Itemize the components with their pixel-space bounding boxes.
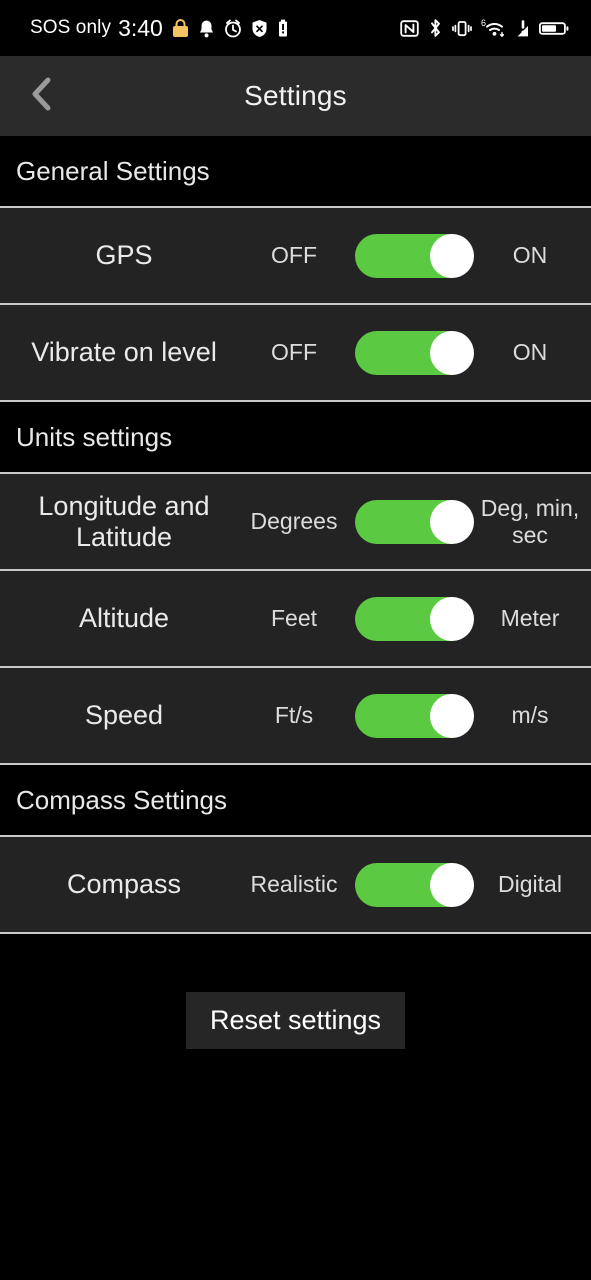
battery-icon bbox=[539, 19, 569, 38]
back-button[interactable] bbox=[14, 68, 70, 124]
toggle-compass[interactable] bbox=[355, 862, 474, 907]
signal-warning-icon bbox=[516, 19, 530, 38]
option-right-label: Digital bbox=[498, 871, 562, 898]
alarm-icon bbox=[224, 19, 242, 38]
setting-row-altitude[interactable]: Altitude Feet Meter bbox=[0, 571, 591, 668]
settings-screen: SOS only 3:40 6 Settings General Setting… bbox=[0, 0, 591, 1280]
section-header-units: Units settings bbox=[0, 402, 591, 474]
setting-row-gps[interactable]: GPS OFF ON bbox=[0, 208, 591, 305]
page-title: Settings bbox=[244, 80, 347, 111]
setting-row-compass[interactable]: Compass Realistic Digital bbox=[0, 837, 591, 934]
svg-text:6: 6 bbox=[481, 18, 486, 28]
lock-icon bbox=[172, 18, 189, 38]
option-left-label: Degrees bbox=[250, 507, 338, 534]
option-left-label: OFF bbox=[271, 241, 317, 268]
app-bar: Settings bbox=[0, 56, 591, 136]
row-label: Longitude and Latitude bbox=[38, 491, 210, 552]
status-bar-left: SOS only 3:40 bbox=[30, 15, 289, 42]
row-label: Vibrate on level bbox=[31, 337, 217, 368]
bell-icon bbox=[198, 19, 215, 38]
toggle-vibrate-on-level[interactable] bbox=[355, 330, 474, 375]
toggle-knob bbox=[430, 862, 474, 907]
row-label: Compass bbox=[66, 869, 182, 900]
nfc-icon bbox=[400, 19, 419, 38]
toggle-speed[interactable] bbox=[355, 693, 474, 738]
option-right-label: Deg, min, sec bbox=[480, 495, 580, 548]
shield-x-icon bbox=[251, 19, 268, 38]
battery-saver-icon bbox=[277, 19, 289, 38]
settings-list: General Settings GPS OFF ON Vibrate on l… bbox=[0, 136, 591, 1280]
reset-settings-button[interactable]: Reset settings bbox=[185, 992, 406, 1049]
option-left-label: Ft/s bbox=[274, 701, 314, 728]
row-label: Altitude bbox=[78, 603, 170, 634]
option-right-label: ON bbox=[512, 339, 548, 366]
section-header-compass: Compass Settings bbox=[0, 765, 591, 837]
status-bar: SOS only 3:40 6 bbox=[0, 0, 591, 56]
toggle-knob bbox=[430, 596, 474, 641]
option-right-label: ON bbox=[512, 242, 548, 269]
row-label: Speed bbox=[84, 700, 164, 731]
setting-row-speed[interactable]: Speed Ft/s m/s bbox=[0, 668, 591, 765]
option-left-label: OFF bbox=[271, 338, 317, 365]
option-left-label: Feet bbox=[270, 604, 318, 631]
setting-row-vibrate-on-level[interactable]: Vibrate on level OFF ON bbox=[0, 305, 591, 402]
chevron-left-icon bbox=[27, 74, 57, 119]
toggle-knob bbox=[430, 499, 474, 544]
status-bar-right: 6 bbox=[400, 18, 569, 38]
option-right-label: m/s bbox=[511, 702, 549, 729]
toggle-knob bbox=[430, 693, 474, 738]
clock-label: 3:40 bbox=[118, 14, 163, 41]
option-right-label: Meter bbox=[500, 605, 560, 632]
carrier-label: SOS only bbox=[30, 17, 112, 38]
reset-area: Reset settings bbox=[0, 934, 591, 1280]
option-left-label: Realistic bbox=[250, 870, 338, 897]
bluetooth-icon bbox=[428, 18, 443, 38]
setting-row-longitude-latitude[interactable]: Longitude and Latitude Degrees Deg, min,… bbox=[0, 474, 591, 571]
section-header-general: General Settings bbox=[0, 136, 591, 208]
row-label: GPS bbox=[95, 240, 153, 271]
toggle-knob bbox=[430, 233, 474, 278]
toggle-altitude[interactable] bbox=[355, 596, 474, 641]
toggle-gps[interactable] bbox=[355, 233, 474, 278]
toggle-longitude-latitude[interactable] bbox=[355, 499, 474, 544]
vibrate-icon bbox=[452, 19, 472, 38]
toggle-knob bbox=[430, 330, 474, 375]
wifi-6-icon: 6 bbox=[481, 18, 507, 38]
